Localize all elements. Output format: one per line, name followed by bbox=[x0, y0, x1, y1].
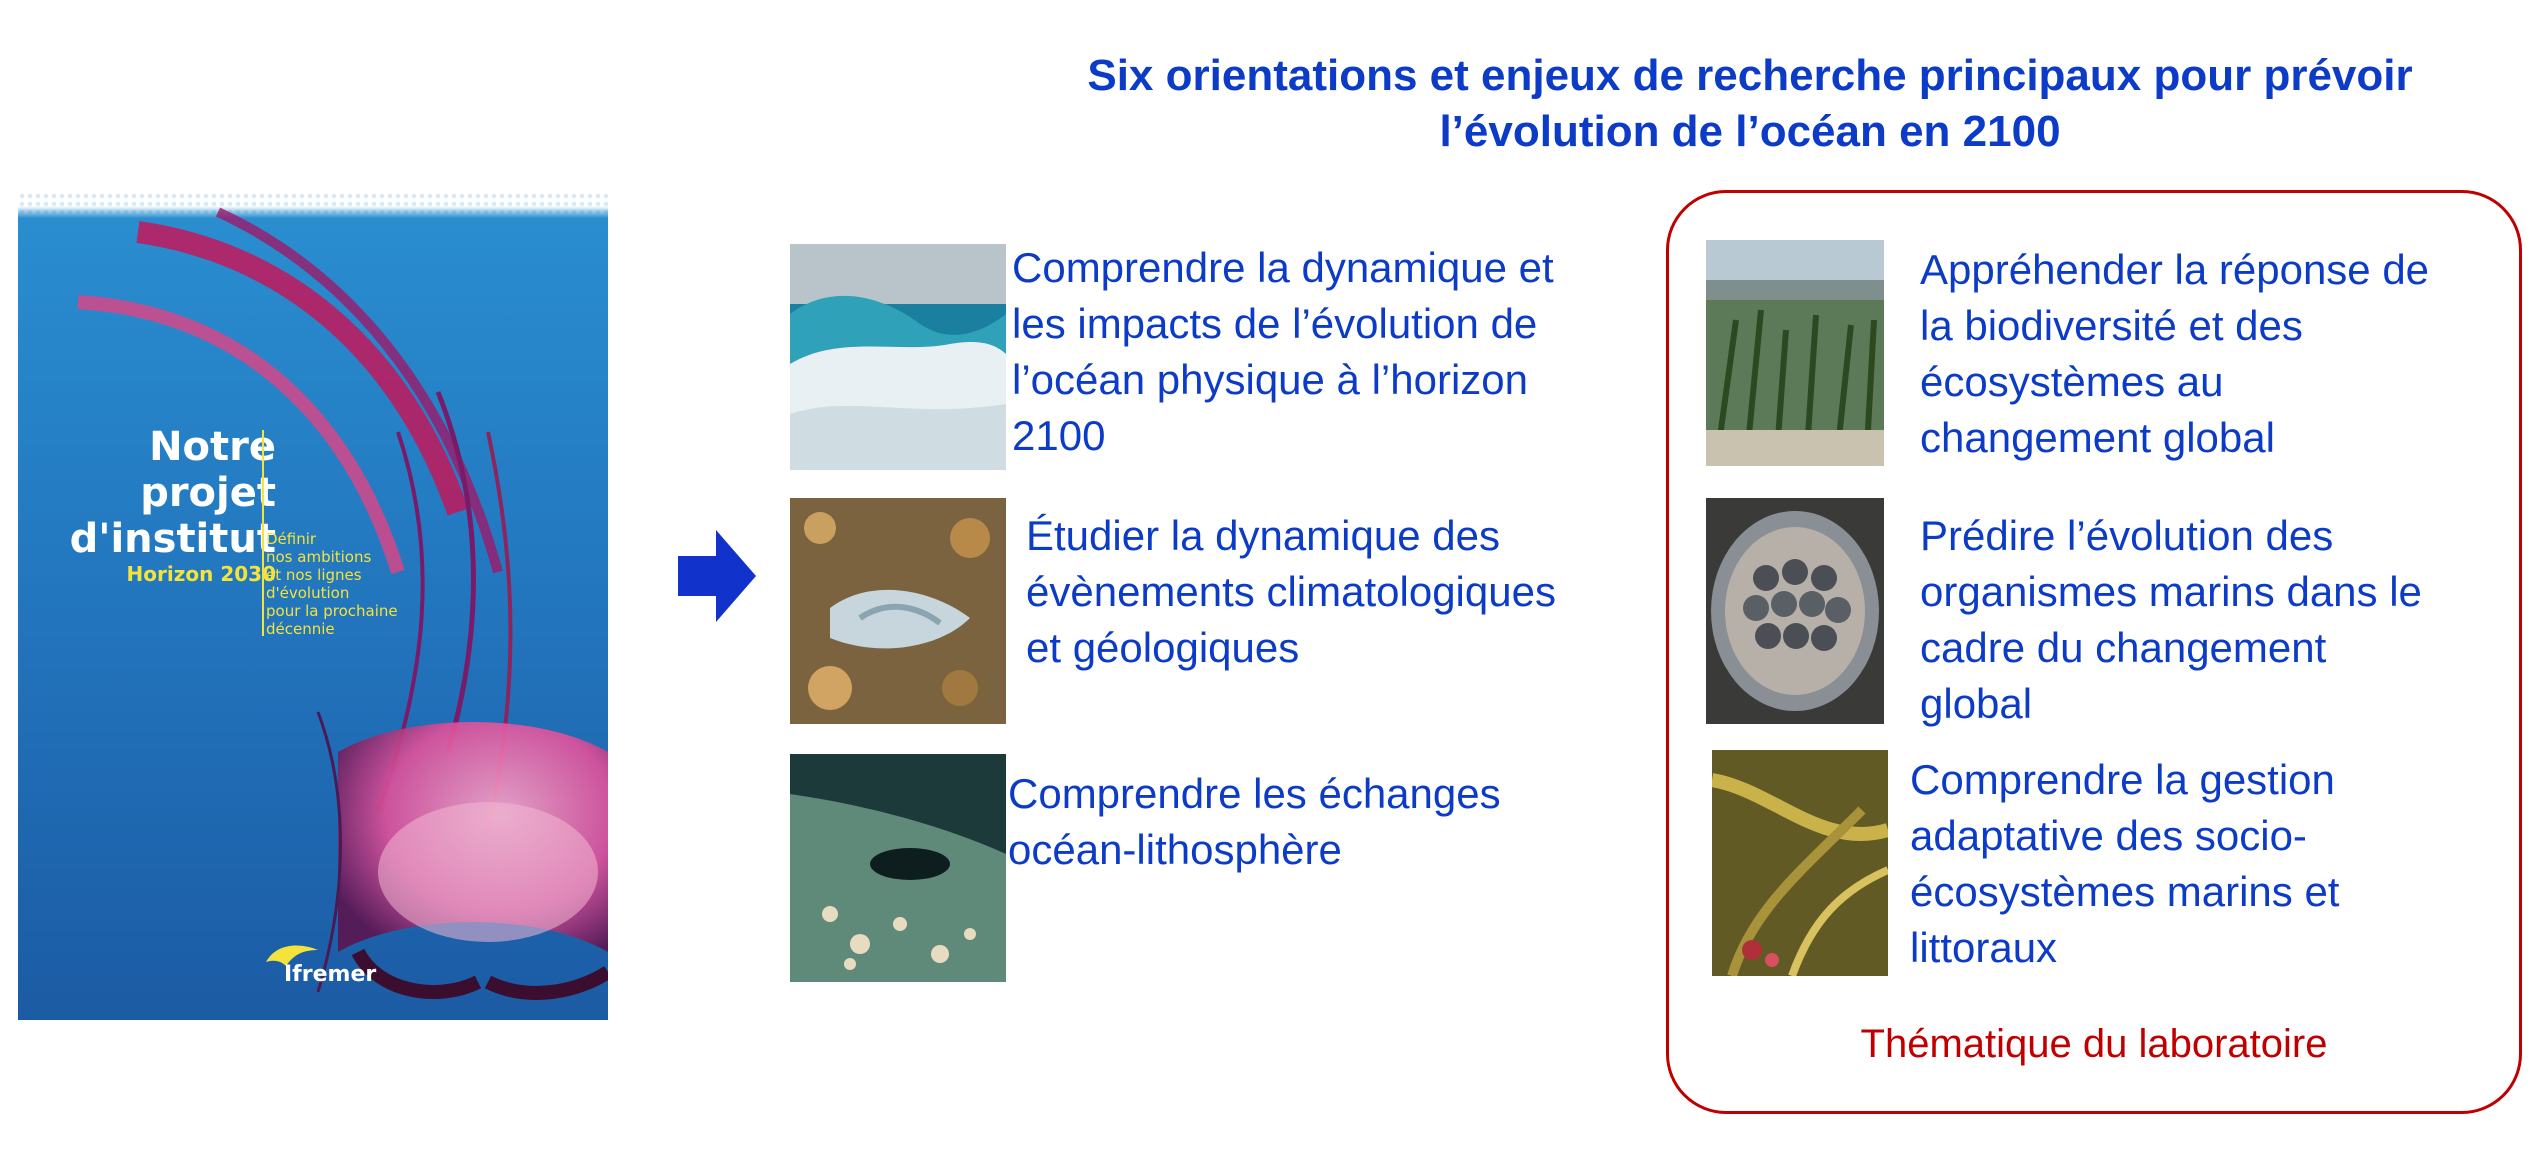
item-line: changement global bbox=[1920, 414, 2275, 461]
deep-sea-floor-photo bbox=[790, 754, 1006, 982]
item-line: la biodiversité et des bbox=[1920, 302, 2303, 349]
orientation-climate-geology: Étudier la dynamique des évènements clim… bbox=[1026, 508, 1556, 676]
item-line: Appréhender la réponse de bbox=[1920, 246, 2430, 293]
laboratory-theme-label: Thématique du laboratoire bbox=[1860, 1022, 2328, 1066]
cover-divider bbox=[262, 430, 264, 636]
cover-title-line: d'institut bbox=[69, 516, 276, 562]
title-line-2: l’évolution de l’océan en 2100 bbox=[1439, 107, 2061, 156]
cover-title: Notre projet d'institut bbox=[48, 424, 276, 562]
orientation-socio-ecosystems: Comprendre la gestion adaptative des soc… bbox=[1910, 752, 2339, 976]
cover-desc-line: nos ambitions bbox=[266, 548, 372, 566]
orientation-biodiversity: Appréhender la réponse de la biodiversit… bbox=[1920, 242, 2429, 466]
pearls-in-oyster-photo bbox=[1706, 498, 1884, 724]
cover-desc-line: et nos lignes bbox=[266, 566, 362, 584]
item-line: Prédire l’évolution des bbox=[1920, 512, 2334, 559]
orientation-ocean-lithosphere: Comprendre les échanges océan-lithosphèr… bbox=[1008, 766, 1501, 878]
seagrass-photo bbox=[1706, 240, 1884, 466]
seabed-debris-photo bbox=[790, 498, 1006, 724]
cover-horizon: Horizon 2030 bbox=[126, 562, 276, 586]
item-line: océan-lithosphère bbox=[1008, 826, 1342, 873]
item-line: évènements climatologiques bbox=[1026, 568, 1556, 615]
cover-logo-text: Ifremer bbox=[284, 962, 377, 987]
document-cover: Notre projet d'institut Horizon 2030 Déf… bbox=[18, 192, 608, 1020]
item-line: organismes marins dans le bbox=[1920, 568, 2422, 615]
orientation-physical-ocean: Comprendre la dynamique et les impacts d… bbox=[1012, 240, 1554, 464]
item-line: l’océan physique à l’horizon bbox=[1012, 356, 1528, 403]
arrow-right-icon bbox=[678, 530, 756, 622]
item-line: 2100 bbox=[1012, 412, 1106, 459]
cover-desc-line: Définir bbox=[266, 530, 317, 548]
ocean-waves-photo bbox=[790, 244, 1006, 470]
cover-desc-line: d'évolution bbox=[266, 584, 350, 602]
item-line: littoraux bbox=[1910, 924, 2058, 971]
item-line: et géologiques bbox=[1026, 624, 1300, 671]
item-line: global bbox=[1920, 680, 2033, 727]
kelp-underwater-photo bbox=[1712, 750, 1888, 976]
item-line: Comprendre la dynamique et bbox=[1012, 244, 1554, 291]
cover-title-line: Notre bbox=[149, 424, 276, 470]
title-line-1: Six orientations et enjeux de recherche … bbox=[1087, 51, 2413, 100]
item-line: écosystèmes marins et bbox=[1910, 868, 2340, 915]
item-line: Étudier la dynamique des bbox=[1026, 512, 1500, 559]
cover-description: Définir nos ambitions et nos lignes d'év… bbox=[266, 530, 426, 638]
item-line: écosystèmes au bbox=[1920, 358, 2224, 405]
item-line: Comprendre les échanges bbox=[1008, 770, 1501, 817]
item-line: adaptative des socio- bbox=[1910, 812, 2307, 859]
page-title: Six orientations et enjeux de recherche … bbox=[940, 48, 2548, 160]
item-line: Comprendre la gestion bbox=[1910, 756, 2335, 803]
orientation-marine-organisms: Prédire l’évolution des organismes marin… bbox=[1920, 508, 2422, 732]
cover-desc-line: décennie bbox=[266, 620, 335, 638]
cover-title-line: projet bbox=[140, 470, 276, 516]
item-line: les impacts de l’évolution de bbox=[1012, 300, 1538, 347]
item-line: cadre du changement bbox=[1920, 624, 2327, 671]
cover-desc-line: pour la prochaine bbox=[266, 602, 398, 620]
